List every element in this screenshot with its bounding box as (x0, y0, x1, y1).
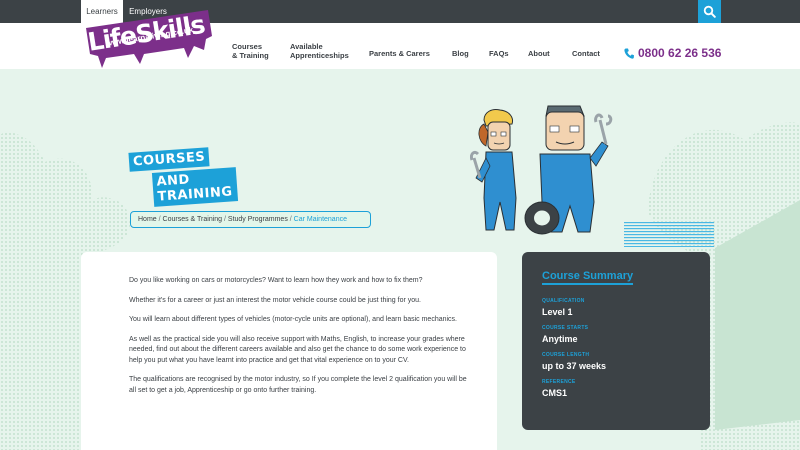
mechanics-illustration (470, 105, 613, 235)
course-starts-value: Anytime (542, 334, 578, 344)
nav-faqs[interactable]: FAQs (489, 49, 509, 58)
search-button[interactable] (698, 0, 721, 23)
nav-label: Contact (572, 49, 600, 58)
description-paragraph: Whether it's for a career or just an int… (129, 296, 421, 304)
nav-label: Apprenticeships (290, 51, 349, 60)
description-paragraph: As well as the practical side you will a… (129, 335, 466, 364)
course-summary-title: Course Summary (542, 270, 634, 285)
nav-about[interactable]: About (528, 49, 550, 58)
nav-courses-training[interactable]: Courses & Training (232, 42, 269, 60)
course-starts-label: COURSE STARTS (542, 325, 589, 331)
description-paragraph: The qualifications are recognised by the… (129, 376, 467, 394)
nav-label: FAQs (489, 49, 509, 58)
nav-label: Parents & Carers (369, 49, 430, 58)
breadcrumb: Home / Courses & Training / Study Progra… (130, 211, 371, 228)
page-title-line1: COURSES (128, 147, 210, 172)
nav-parents-carers[interactable]: Parents & Carers (369, 49, 430, 58)
nav-contact[interactable]: Contact (572, 49, 600, 58)
nav-available-apprenticeships[interactable]: Available Apprenticeships (290, 42, 349, 60)
reference-value: CMS1 (542, 388, 568, 398)
course-summary-panel: Course Summary QUALIFICATION Level 1 COU… (522, 252, 710, 430)
breadcrumb-current: Car Maintenance (293, 216, 347, 223)
page-title-badge: COURSES AND TRAINING (128, 147, 239, 207)
course-length-label: COURSE LENGTH (542, 352, 590, 358)
course-description: Do you like working on cars or motorcycl… (81, 252, 497, 450)
nav-blog[interactable]: Blog (452, 49, 469, 58)
nav-label: Available (290, 42, 323, 51)
nav-label: & Training (232, 51, 269, 60)
qualification-value: Level 1 (542, 307, 573, 317)
page-title-line2: AND TRAINING (151, 167, 239, 207)
breadcrumb-study-programmes[interactable]: Study Programmes (228, 216, 288, 223)
nav-label: About (528, 49, 550, 58)
breadcrumb-home[interactable]: Home (138, 216, 157, 223)
lifeskills-logo[interactable]: LifeSkills www.learnaliving.co.uk (84, 6, 214, 68)
nav-label: Blog (452, 49, 469, 58)
phone-text: 0800 62 26 536 (638, 46, 722, 60)
phone-icon (624, 48, 634, 59)
qualification-label: QUALIFICATION (542, 298, 585, 304)
description-paragraph: You will learn about different types of … (129, 316, 458, 323)
reference-label: REFERENCE (542, 379, 576, 385)
breadcrumb-courses-training[interactable]: Courses & Training (163, 216, 223, 223)
phone-number[interactable]: 0800 62 26 536 (624, 46, 721, 60)
nav-label: Courses (232, 42, 263, 51)
description-paragraph: Do you like working on cars or motorcycl… (129, 277, 423, 284)
course-length-value: up to 37 weeks (542, 361, 607, 371)
search-icon (703, 5, 716, 18)
